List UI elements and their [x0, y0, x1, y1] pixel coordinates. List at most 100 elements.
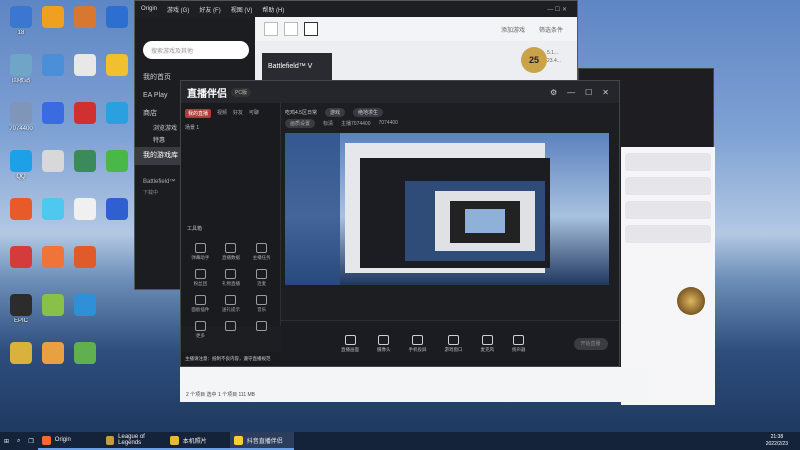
list-item[interactable] [625, 225, 711, 243]
app-icon [74, 54, 96, 76]
app-icon [106, 102, 128, 124]
tool-icon [256, 295, 268, 305]
tool-button[interactable]: 主播任务 [246, 243, 277, 261]
camera-button[interactable]: 摄像头 [377, 334, 391, 353]
tool-icon [194, 269, 206, 279]
settings-icon[interactable]: ⚙ [550, 88, 557, 97]
search-icon[interactable]: ⌕ [13, 432, 24, 450]
room-title[interactable]: 吃鸡4.5区日常 [285, 109, 317, 116]
app-icon [42, 102, 64, 124]
window-controls[interactable]: — ☐ ✕ [547, 6, 567, 13]
view-list-button[interactable] [264, 22, 278, 36]
tool-button[interactable]: 粉丝团 [185, 269, 216, 287]
app-icon [42, 150, 64, 172]
origin-menu-games[interactable]: 游戏 (G) [167, 5, 189, 14]
tool-button[interactable]: 送礼提示 [216, 295, 247, 313]
game-pill[interactable]: 绝地求生 [352, 107, 383, 117]
app-icon [106, 150, 128, 172]
tool-button[interactable] [216, 321, 247, 339]
taskbar-origin[interactable]: Origin [37, 432, 102, 450]
desktop-icon[interactable] [98, 54, 136, 78]
streamer-id: 主播7074400 [341, 120, 371, 127]
clock[interactable]: 21:38 2022/2/23 [766, 434, 800, 448]
microphone-button[interactable]: 麦克风 [481, 334, 494, 353]
tool-icon [256, 321, 268, 331]
tool-button[interactable]: 更多 [185, 321, 216, 339]
desktop-icon[interactable] [98, 198, 136, 222]
avatar [677, 287, 705, 315]
tool-label: 音乐 [257, 307, 267, 312]
app-icon [74, 102, 96, 124]
desktop-icon-label: EPIC [13, 318, 28, 324]
phone-cast-button[interactable]: 手机投屏 [409, 334, 427, 353]
tool-label: 直播数据 [221, 255, 240, 260]
tool-button[interactable] [246, 321, 277, 339]
live-icon [233, 435, 243, 445]
level-badge: 25 [521, 47, 547, 73]
tool-button[interactable]: 直播数据 [216, 243, 247, 261]
tool-button[interactable]: 礼物直播 [216, 269, 247, 287]
view-grid-button[interactable] [284, 22, 298, 36]
desktop-icon[interactable] [66, 246, 104, 270]
list-item[interactable] [625, 153, 711, 171]
live-preview [285, 133, 609, 285]
tab-friends[interactable]: 好友 [233, 109, 243, 118]
view-tile-button[interactable] [304, 22, 318, 36]
tab-my-live[interactable]: 我的直播 [185, 109, 212, 118]
filter-button[interactable]: 筛选条件 [539, 25, 563, 34]
taskbar-photos[interactable]: 本机照片 [165, 432, 230, 450]
list-item[interactable] [625, 201, 711, 219]
tab-chat[interactable]: 可聊 [249, 109, 259, 118]
desktop-icon[interactable] [98, 6, 136, 30]
tool-button[interactable]: 面板插件 [185, 295, 216, 313]
tool-label: 弹幕助手 [191, 255, 210, 260]
add-game-button[interactable]: 添加游戏 [501, 25, 525, 34]
taskbar-live[interactable]: 抖音直播伴侣 [229, 432, 294, 450]
explorer-window: 2 个项目 选中 1 个项目 111 MB [180, 367, 648, 402]
app-icon [10, 294, 32, 316]
tool-icon [194, 243, 206, 253]
desktop-icon[interactable] [66, 294, 104, 318]
tools-label: 工具箱 [187, 226, 203, 232]
maximize-icon[interactable]: ☐ [585, 88, 592, 97]
app-icon [74, 198, 96, 220]
task-view-icon[interactable]: ❐ [24, 432, 37, 450]
room-id: 7074400 [378, 120, 398, 126]
app-icon [10, 150, 32, 172]
origin-menu-help[interactable]: 帮助 (H) [262, 5, 284, 14]
close-icon[interactable]: ✕ [602, 88, 609, 97]
tool-button[interactable]: 音乐 [246, 295, 277, 313]
start-icon[interactable]: ⊞ [0, 432, 13, 450]
tool-label: 粉丝团 [193, 281, 208, 286]
origin-menu-view[interactable]: 视图 (V) [231, 5, 253, 14]
app-icon [42, 246, 64, 268]
quality-value: 标清 [323, 120, 334, 127]
speaker-button[interactable]: 扬声器 [512, 334, 526, 353]
desktop-icon[interactable] [66, 342, 104, 366]
desktop-icon[interactable] [98, 150, 136, 174]
live-left-panel: 我的直播 视频 好友 可聊 场景 1 工具箱 弹幕助手 直播数据 主播任务粉丝团 礼物… [181, 103, 281, 338]
origin-menu-friends[interactable]: 好友 (F) [199, 5, 220, 14]
folder-icon [169, 435, 179, 445]
minimize-icon[interactable]: — [567, 88, 575, 97]
desktop-icon[interactable] [98, 102, 136, 126]
tab-video[interactable]: 视频 [217, 109, 227, 118]
origin-menu-origin[interactable]: Origin [141, 6, 157, 12]
scene-label[interactable]: 场景 1 [181, 118, 280, 137]
category-pill[interactable]: 游戏 [324, 107, 345, 117]
tool-label: 送礼提示 [221, 307, 240, 312]
desktop-icon-label: QQ [16, 174, 26, 180]
tool-button[interactable]: 连麦 [246, 269, 277, 287]
quality-setting[interactable]: 画质设置 [285, 118, 316, 128]
taskbar-lol[interactable]: League of Legends [101, 432, 166, 450]
screen-source-button[interactable]: 直播画面 [341, 334, 359, 353]
origin-search-input[interactable]: 搜索游戏及其他 [143, 41, 249, 59]
list-item[interactable] [625, 177, 711, 195]
live-subheader: 画质设置 标清 主播7074400 7074400 [285, 117, 609, 129]
start-live-button[interactable]: 开始直播 [573, 337, 608, 350]
tool-button[interactable]: 弹幕助手 [185, 243, 216, 261]
lol-icon [105, 435, 115, 445]
game-window-button[interactable]: 游戏窗口 [445, 334, 463, 353]
notice-text: 主播请注意：抵制不良内容，遵守直播规范 [181, 352, 281, 366]
app-icon [10, 342, 32, 364]
